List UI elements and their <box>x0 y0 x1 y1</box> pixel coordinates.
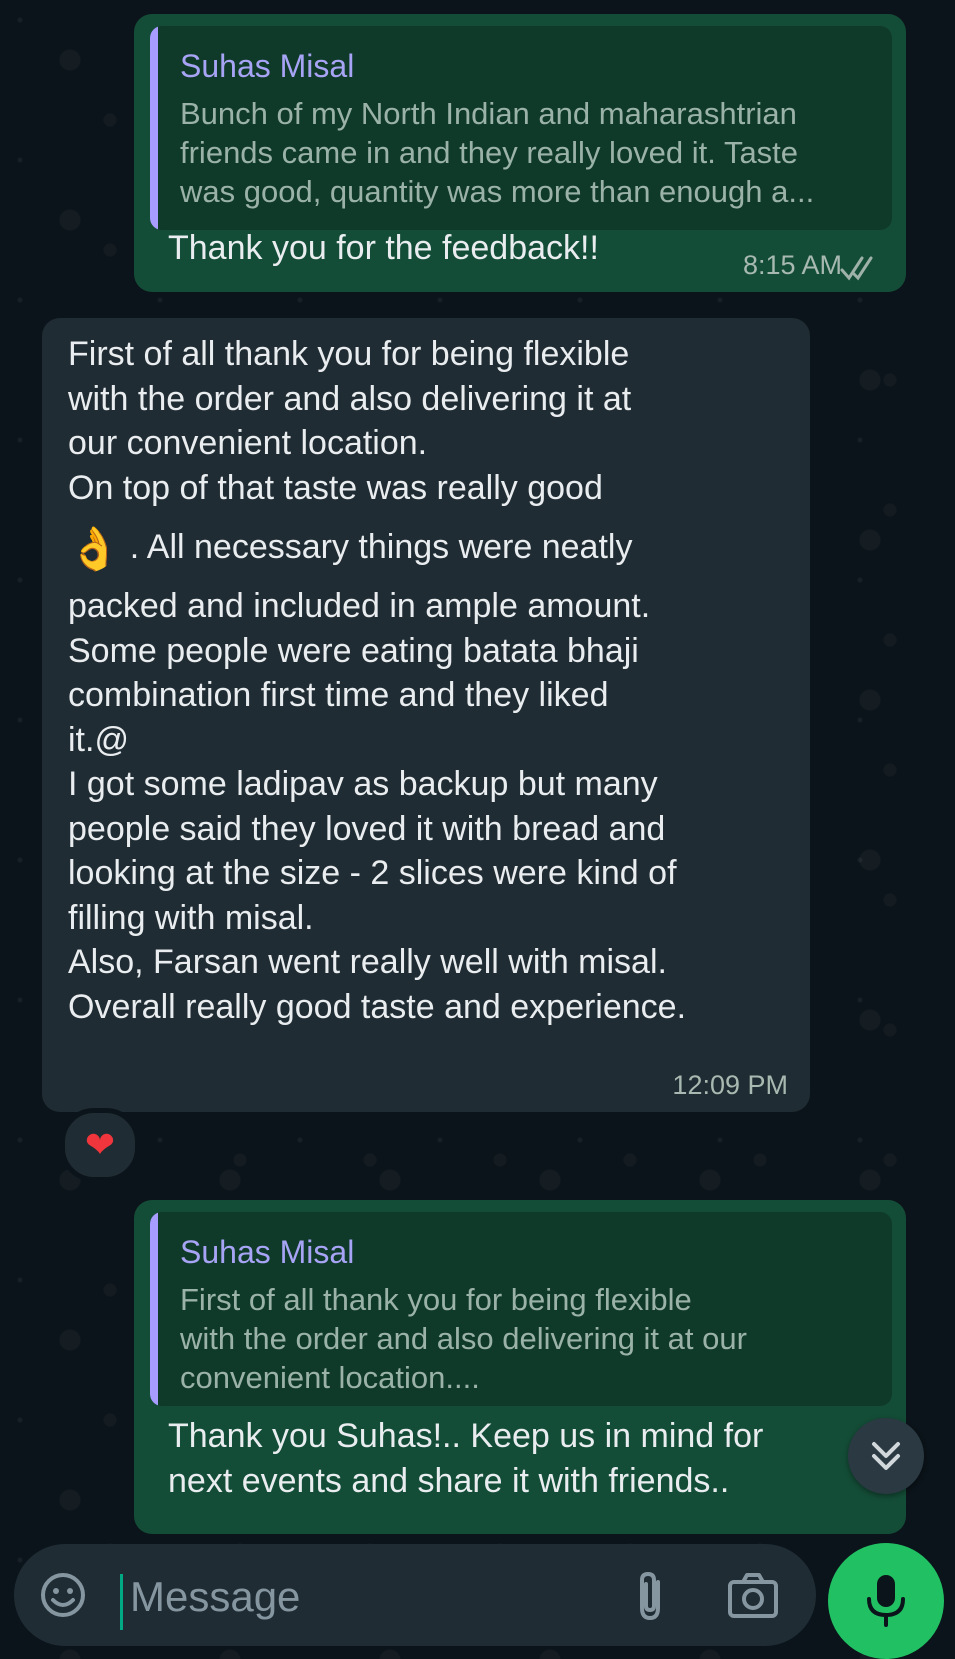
heart-icon: ❤ <box>84 1124 116 1165</box>
message-meta: 8:15 AM <box>743 250 842 281</box>
quote-text: Bunch of my North Indian and maharashtri… <box>180 96 815 209</box>
scroll-to-bottom-button[interactable] <box>848 1418 924 1494</box>
text-cursor <box>120 1574 123 1630</box>
ok-hand-emoji: 👌 <box>68 525 121 573</box>
camera-icon[interactable] <box>726 1570 780 1620</box>
message-text: Thank you Suhas!.. Keep us in mind for n… <box>168 1417 764 1500</box>
outgoing-message-bubble[interactable]: Suhas Misal First of all thank you for b… <box>134 1200 906 1534</box>
message-text-part-2: . All necessary things were neatly <box>129 528 633 566</box>
quote-accent-bar <box>150 26 158 230</box>
incoming-message-bubble[interactable]: First of all thank you for being flexibl… <box>42 318 810 1112</box>
heart-reaction[interactable]: ❤ <box>60 1108 140 1182</box>
quote-text: First of all thank you for being flexibl… <box>180 1282 747 1395</box>
quote-author: Suhas Misal <box>180 48 355 84</box>
message-text-part-1: First of all thank you for being flexibl… <box>68 335 632 507</box>
outgoing-message-bubble[interactable]: Suhas Misal Bunch of my North Indian and… <box>134 14 906 292</box>
double-check-read-icon <box>840 256 873 281</box>
message-composer <box>14 1544 816 1646</box>
message-text-part-2-line: 👌 . All necessary things were neatly <box>68 516 632 580</box>
message-text-part-3: packed and included in ample amount. Som… <box>68 587 687 1026</box>
message-time: 12:09 PM <box>672 1070 788 1100</box>
quoted-message[interactable]: Suhas Misal First of all thank you for b… <box>150 1212 892 1406</box>
double-chevron-down-icon <box>872 1442 900 1470</box>
quote-author: Suhas Misal <box>180 1234 355 1270</box>
sticker-emoji-icon[interactable] <box>38 1570 88 1620</box>
paperclip-icon[interactable] <box>628 1568 674 1624</box>
message-time: 8:15 AM <box>742 250 842 280</box>
message-input[interactable] <box>128 1568 612 1626</box>
quoted-message[interactable]: Suhas Misal Bunch of my North Indian and… <box>150 26 892 230</box>
quote-accent-bar <box>150 1212 158 1406</box>
message-text: Thank you for the feedback!! <box>168 229 599 267</box>
microphone-icon <box>867 1575 905 1627</box>
voice-message-button[interactable] <box>828 1543 944 1659</box>
